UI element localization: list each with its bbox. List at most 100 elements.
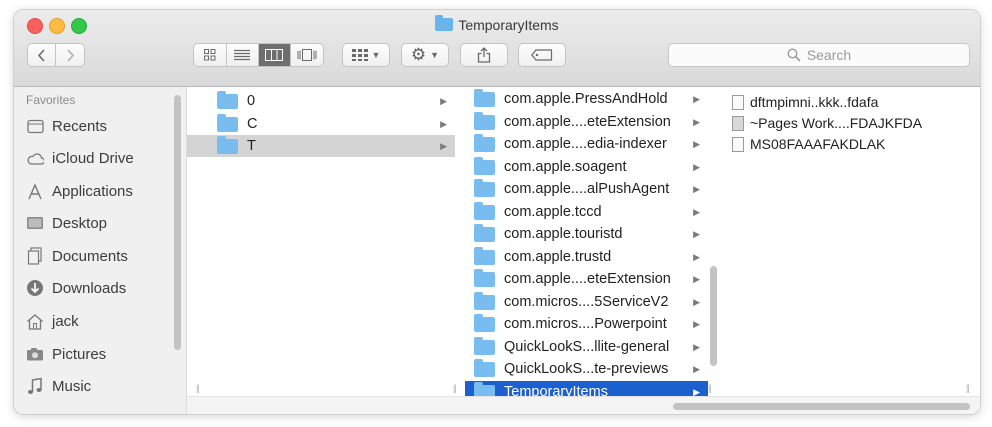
list-item[interactable]: com.apple.trustd ▶ [465, 246, 708, 268]
sidebar-item-applications[interactable]: Applications [26, 179, 133, 203]
folder-icon [474, 223, 495, 242]
disclosure-arrow-icon: ▶ [693, 341, 700, 352]
column-2-scrollbar[interactable] [710, 266, 717, 366]
list-item[interactable]: com.apple.touristd ▶ [465, 223, 708, 245]
folder-icon [217, 113, 238, 132]
tag-icon [531, 49, 553, 61]
item-label: MS08FAAAFAKDLAK [750, 136, 886, 152]
list-item[interactable]: 0 ▶ [187, 90, 455, 112]
folder-icon [474, 358, 495, 377]
sidebar-item-label: Applications [52, 182, 133, 200]
icon-view-button[interactable] [194, 44, 227, 66]
list-item[interactable]: MS08FAAAFAKDLAK [720, 133, 980, 155]
disclosure-arrow-icon: ▶ [440, 118, 447, 129]
list-item[interactable]: dftmpimni..kkk..fdafa [720, 91, 980, 113]
group-by-button[interactable]: ▼ [342, 43, 390, 67]
sidebar-item-documents[interactable]: Documents [26, 244, 128, 268]
sidebar-item-jack[interactable]: jack [26, 309, 79, 333]
sidebar-item-downloads[interactable]: Downloads [26, 276, 126, 300]
column-3: dftmpimni..kkk..fdafa ~Pages Work....FDA… [720, 87, 980, 396]
folder-icon [474, 246, 495, 265]
disclosure-arrow-icon: ▶ [693, 161, 700, 172]
chevron-down-icon: ▼ [430, 50, 440, 60]
disclosure-arrow-icon: ▶ [693, 251, 700, 262]
column-view-button[interactable] [259, 44, 291, 66]
folder-icon [474, 201, 495, 220]
document-icon [732, 136, 744, 152]
folder-icon [474, 111, 495, 130]
column-1: 0 ▶ C ▶ T ▶ [187, 87, 455, 396]
folder-icon [474, 178, 495, 197]
column-resize-grip-icon[interactable]: || [708, 383, 712, 393]
column-resize-grip-icon[interactable]: || [196, 383, 200, 393]
chevron-right-icon [66, 48, 74, 62]
sidebar-item-icloud-drive[interactable]: iCloud Drive [26, 146, 134, 170]
list-item[interactable]: com.apple.tccd ▶ [465, 201, 708, 223]
sidebar-item-label: iCloud Drive [52, 149, 134, 167]
search-icon [787, 48, 801, 62]
disclosure-arrow-icon: ▶ [693, 318, 700, 329]
list-item-selected[interactable]: T ▶ [187, 135, 455, 157]
downloads-icon [26, 279, 44, 297]
desktop-icon [26, 214, 44, 232]
forward-button[interactable] [56, 44, 84, 66]
documents-icon [26, 247, 44, 265]
list-view-button[interactable] [227, 44, 259, 66]
sidebar-item-recents[interactable]: Recents [26, 114, 107, 138]
column-2: com.apple.PressAndHold ▶ com.apple....ete… [465, 87, 708, 403]
item-label: com.apple....edia-indexer [504, 136, 667, 152]
column-resize-grip-icon[interactable]: || [966, 383, 970, 393]
list-item[interactable]: com.apple....eteExtension ▶ [465, 268, 708, 290]
sidebar-item-pictures[interactable]: Pictures [26, 342, 106, 366]
list-item[interactable]: ~Pages Work....FDAJKFDA [720, 112, 980, 134]
list-item[interactable]: C ▶ [187, 113, 455, 135]
chevron-left-icon [37, 48, 45, 62]
item-label: QuickLookS...llite-general [504, 339, 670, 355]
disclosure-arrow-icon: ▶ [693, 116, 700, 127]
horizontal-scrollbar[interactable] [673, 403, 970, 410]
pictures-icon [26, 345, 44, 363]
sidebar-scrollbar[interactable] [174, 95, 181, 350]
list-item[interactable]: com.apple....eteExtension ▶ [465, 111, 708, 133]
disclosure-arrow-icon: ▶ [440, 95, 447, 106]
list-item[interactable]: com.apple....alPushAgent ▶ [465, 178, 708, 200]
disclosure-arrow-icon: ▶ [693, 93, 700, 104]
sidebar-item-music[interactable]: Music [26, 374, 91, 398]
sidebar-item-desktop[interactable]: Desktop [26, 211, 107, 235]
item-label: 0 [247, 93, 256, 109]
sidebar-item-label: Music [52, 377, 92, 395]
pages-document-icon [732, 115, 744, 131]
item-label: C [247, 116, 258, 132]
column-resize-grip-icon[interactable]: || [453, 383, 457, 393]
list-item[interactable]: com.apple.PressAndHold ▶ [465, 88, 708, 110]
sidebar: Favorites Recents iCloud Drive Applicati… [14, 87, 187, 414]
folder-icon [217, 135, 238, 154]
item-label: T [247, 138, 256, 154]
finder-window: TemporaryItems ▼ ⚙ ▼ Search Favorites Re… [14, 10, 980, 414]
item-label: com.micros....Powerpoint [504, 316, 667, 332]
tags-button[interactable] [518, 43, 566, 67]
share-button[interactable] [460, 43, 508, 67]
column-view-icon [265, 49, 284, 61]
disclosure-arrow-icon: ▶ [440, 140, 447, 151]
list-item[interactable]: com.apple....edia-indexer ▶ [465, 133, 708, 155]
disclosure-arrow-icon: ▶ [693, 296, 700, 307]
list-item[interactable]: QuickLookS...llite-general ▶ [465, 336, 708, 358]
list-view-icon [234, 49, 251, 61]
folder-icon [474, 156, 495, 175]
list-item[interactable]: QuickLookS...te-previews ▶ [465, 358, 708, 380]
group-grid-icon [351, 49, 368, 61]
item-label: com.apple....eteExtension [504, 114, 671, 130]
action-button[interactable]: ⚙ ▼ [401, 43, 449, 67]
list-item[interactable]: com.micros....Powerpoint ▶ [465, 313, 708, 335]
horizontal-scroll-track [187, 396, 980, 414]
disclosure-arrow-icon: ▶ [693, 183, 700, 194]
search-input[interactable]: Search [668, 43, 970, 67]
item-label: com.micros....5ServiceV2 [504, 294, 669, 310]
cover-flow-view-button[interactable] [291, 44, 323, 66]
folder-icon [217, 90, 238, 109]
list-item[interactable]: com.micros....5ServiceV2 ▶ [465, 291, 708, 313]
list-item[interactable]: com.apple.soagent ▶ [465, 156, 708, 178]
item-label: com.apple....alPushAgent [504, 181, 670, 197]
back-button[interactable] [28, 44, 57, 66]
